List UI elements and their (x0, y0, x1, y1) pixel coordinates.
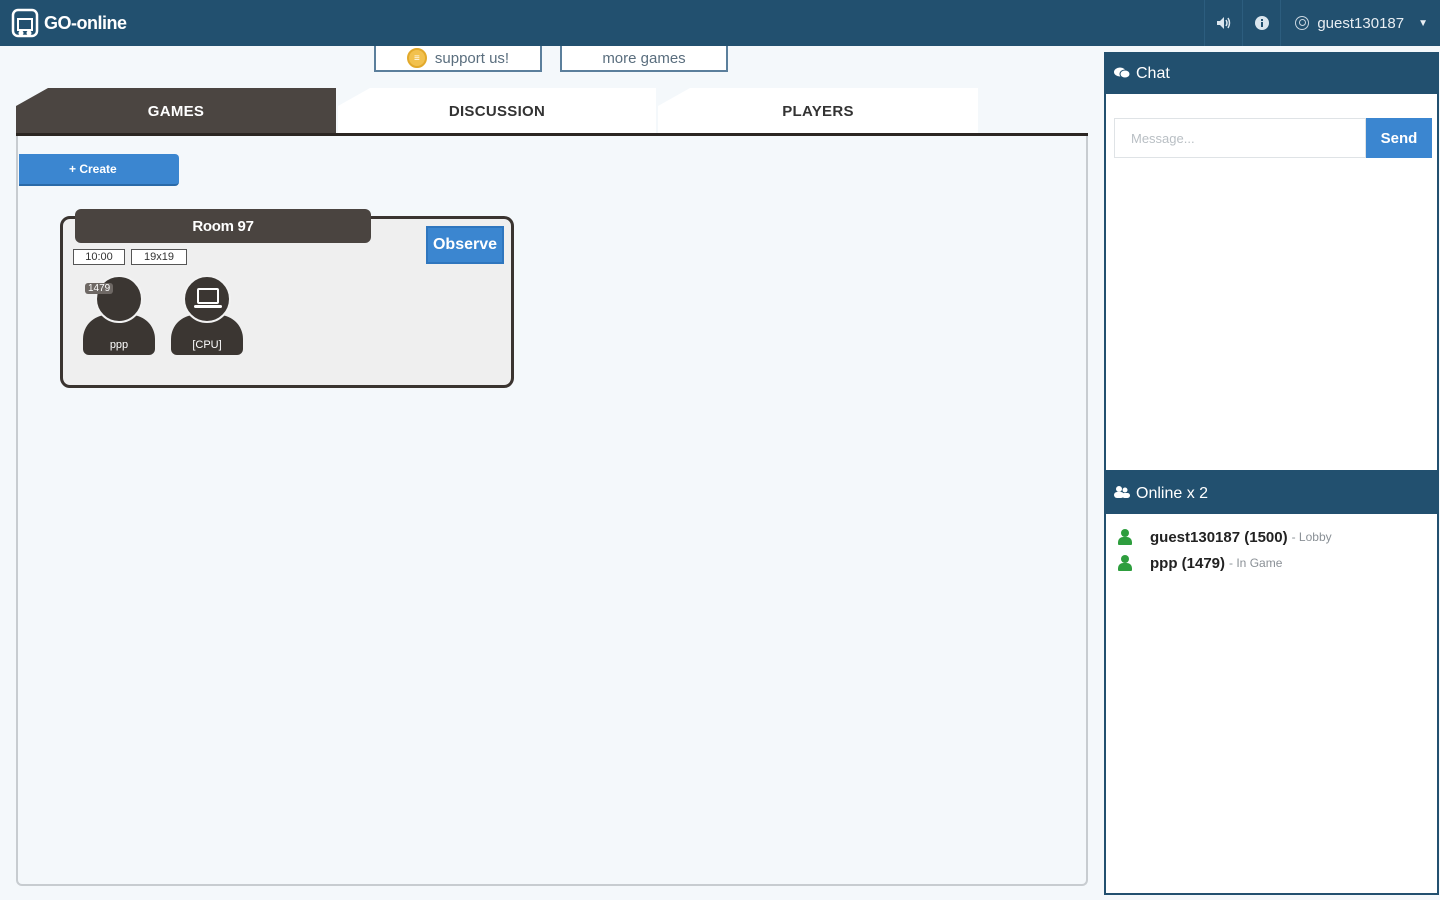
send-button[interactable]: Send (1366, 118, 1432, 158)
tab-games[interactable]: GAMES (16, 88, 336, 134)
room-card[interactable]: Room 97 Observe 10:00 19x19 1479 ppp [CP… (60, 209, 514, 388)
chat-input-row: Send (1114, 118, 1432, 158)
brand-logo[interactable]: GO-online (10, 7, 127, 39)
laptop-icon (197, 288, 219, 304)
username: guest130187 (1317, 14, 1405, 32)
games-panel: + Create Room 97 Observe 10:00 19x19 147… (16, 136, 1088, 886)
online-panel: Online x 2 guest130187 (1500) - Lobby pp… (1104, 472, 1439, 895)
user-icon (1118, 555, 1132, 571)
support-us-label: support us! (434, 49, 510, 67)
top-navbar: GO-online guest130187 ▼ (0, 0, 1440, 46)
info-icon (1254, 16, 1269, 30)
create-room-button[interactable]: + Create (19, 154, 179, 186)
observe-button[interactable]: Observe (426, 226, 504, 264)
info-button[interactable] (1242, 0, 1280, 46)
player-name: [CPU] (192, 339, 222, 351)
player-avatar: 1479 ppp (81, 275, 157, 359)
speaker-icon (1216, 17, 1231, 29)
caret-down-icon: ▼ (1418, 17, 1428, 29)
more-games-link[interactable]: more games (560, 46, 728, 72)
more-games-label: more games (602, 49, 686, 67)
user-menu[interactable]: guest130187 ▼ (1280, 0, 1440, 46)
online-status: - In Game (1229, 556, 1283, 570)
users-icon (1114, 486, 1130, 502)
laptop-base (194, 305, 222, 308)
sound-button[interactable] (1204, 0, 1242, 46)
tab-discussion[interactable]: DISCUSSION (338, 88, 656, 134)
cpu-avatar: [CPU] (169, 275, 245, 359)
time-control-badge: 10:00 (73, 249, 125, 265)
chat-title: Chat (1136, 65, 1170, 82)
room-title: Room 97 (75, 209, 371, 243)
online-status: - Lobby (1291, 530, 1332, 544)
chat-panel: Chat Send (1104, 52, 1439, 472)
brand-name: GO-online (44, 12, 127, 33)
online-title: Online x 2 (1136, 485, 1209, 502)
online-username: ppp (1479) (1150, 554, 1226, 572)
go-logo-icon (11, 8, 39, 38)
lobby-tabs: GAMES DISCUSSION PLAYERS (16, 88, 1088, 137)
list-item[interactable]: guest130187 (1500) - Lobby (1118, 524, 1332, 550)
online-username: guest130187 (1500) (1150, 528, 1288, 546)
support-us-link[interactable]: ≡ support us! (374, 46, 542, 72)
user-circle-icon (1295, 16, 1310, 30)
avatar-head (183, 275, 231, 323)
comments-icon (1114, 67, 1131, 82)
player-rating: 1479 (85, 283, 114, 294)
coin-icon: ≡ (406, 48, 427, 68)
tab-players[interactable]: PLAYERS (658, 88, 978, 134)
user-icon (1118, 529, 1132, 545)
chat-header: Chat (1106, 54, 1437, 94)
chat-message-input[interactable] (1114, 118, 1366, 158)
navbar-right: guest130187 ▼ (1204, 0, 1440, 46)
online-header: Online x 2 (1106, 474, 1437, 514)
board-size-badge: 19x19 (131, 249, 187, 265)
online-user-list: guest130187 (1500) - Lobby ppp (1479) - … (1118, 524, 1332, 576)
list-item[interactable]: ppp (1479) - In Game (1118, 550, 1332, 576)
player-name: ppp (109, 339, 129, 351)
